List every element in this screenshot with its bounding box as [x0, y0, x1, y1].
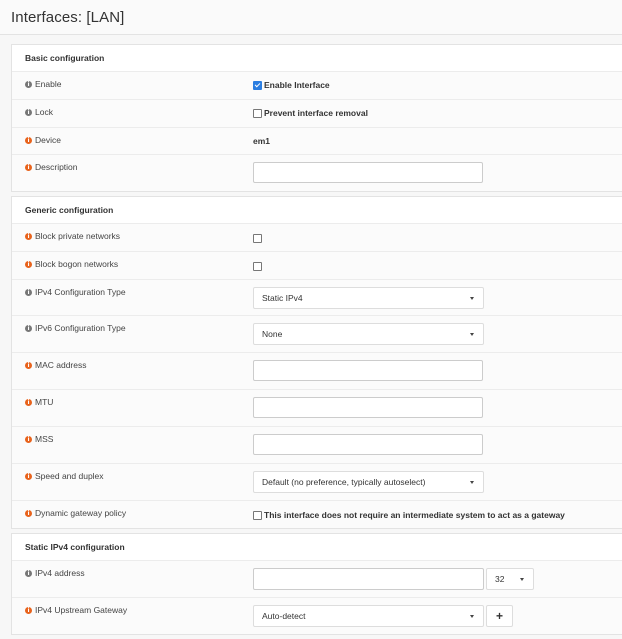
mss-label: MSS	[35, 434, 54, 444]
select-value: 32	[495, 574, 505, 584]
section-title: Static IPv4 configuration	[12, 534, 622, 561]
info-icon[interactable]: i	[25, 606, 32, 614]
info-icon[interactable]: i	[25, 80, 32, 88]
enable-label: Enable	[35, 79, 62, 89]
mac-label: MAC address	[35, 360, 87, 370]
section-title: Basic configuration	[12, 45, 622, 72]
basic-configuration-panel: Basic configuration i Enable Enable Inter…	[11, 44, 622, 192]
description-label: Description	[35, 162, 78, 172]
ipv4-type-select[interactable]: Static IPv4	[253, 287, 484, 309]
mss-input[interactable]	[253, 434, 483, 455]
block-private-row: i Block private networks	[12, 224, 622, 252]
mtu-input[interactable]	[253, 397, 483, 418]
section-title: Generic configuration	[12, 197, 622, 224]
speed-row: i Speed and duplex Default (no preference…	[12, 464, 622, 501]
ipv6-type-label: IPv6 Configuration Type	[35, 323, 126, 333]
ipv4-address-label: IPv4 address	[35, 568, 85, 578]
info-icon[interactable]: i	[25, 509, 32, 517]
ipv4-address-row: i IPv4 address 32	[12, 561, 622, 598]
info-icon[interactable]: i	[25, 435, 32, 443]
dynamic-gateway-label: Dynamic gateway policy	[35, 508, 127, 518]
info-icon[interactable]: i	[25, 232, 32, 240]
device-value: em1	[253, 136, 271, 146]
page-header: Interfaces: [LAN]	[0, 0, 622, 35]
block-private-checkbox[interactable]	[253, 234, 262, 243]
block-bogon-checkbox[interactable]	[253, 262, 262, 271]
mac-input[interactable]	[253, 360, 483, 381]
gateway-select[interactable]: Auto-detect	[253, 605, 484, 627]
dynamic-gateway-checkbox[interactable]: This interface does not require an inter…	[253, 510, 565, 520]
info-icon[interactable]: i	[25, 260, 32, 268]
device-row: i Device em1	[12, 128, 622, 155]
ipv6-type-select[interactable]: None	[253, 323, 484, 345]
mtu-label: MTU	[35, 397, 54, 407]
select-value: Auto-detect	[262, 611, 306, 621]
block-private-label: Block private networks	[35, 231, 121, 241]
caret-down-icon	[470, 333, 474, 336]
caret-down-icon	[520, 578, 524, 581]
checkbox-checked[interactable]	[253, 80, 262, 90]
info-icon[interactable]: i	[25, 324, 32, 332]
info-icon[interactable]: i	[25, 108, 32, 116]
page-title: Interfaces: [LAN]	[11, 8, 125, 26]
ipv4-gateway-row: i IPv4 Upstream Gateway Auto-detect +	[12, 598, 622, 634]
speed-label: Speed and duplex	[35, 471, 104, 481]
checkbox[interactable]	[253, 108, 262, 118]
lock-row: i Lock Prevent interface removal	[12, 100, 622, 128]
generic-configuration-panel: Generic configuration i Block private net…	[11, 196, 622, 529]
speed-select[interactable]: Default (no preference, typically autose…	[253, 471, 484, 493]
plus-icon: +	[495, 609, 503, 623]
ipv6-type-row: i IPv6 Configuration Type None	[12, 316, 622, 353]
info-icon[interactable]: i	[25, 472, 32, 480]
select-value: Static IPv4	[262, 293, 303, 303]
device-label: Device	[35, 135, 61, 145]
checkbox-label: Enable Interface	[264, 80, 330, 90]
info-icon[interactable]: i	[25, 163, 32, 171]
ipv4-gateway-label: IPv4 Upstream Gateway	[35, 605, 128, 615]
caret-down-icon	[470, 297, 474, 300]
enable-interface-checkbox[interactable]: Enable Interface	[253, 80, 330, 90]
caret-down-icon	[470, 481, 474, 484]
info-icon[interactable]: i	[25, 361, 32, 369]
select-value: Default (no preference, typically autose…	[262, 477, 426, 487]
ipv4-type-row: i IPv4 Configuration Type Static IPv4	[12, 280, 622, 316]
mtu-row: i MTU	[12, 390, 622, 427]
info-icon[interactable]: i	[25, 398, 32, 406]
block-bogon-label: Block bogon networks	[35, 259, 119, 269]
info-icon[interactable]: i	[25, 288, 32, 296]
checkbox-label: This interface does not require an inter…	[264, 510, 565, 520]
checkbox-label: Prevent interface removal	[264, 108, 368, 118]
info-icon[interactable]: i	[25, 136, 32, 144]
description-input[interactable]	[253, 162, 483, 183]
mss-row: i MSS	[12, 427, 622, 464]
enable-row: i Enable Enable Interface	[12, 72, 622, 100]
mac-row: i MAC address	[12, 353, 622, 390]
caret-down-icon	[470, 615, 474, 618]
info-icon[interactable]: i	[25, 569, 32, 577]
ipv4-address-input[interactable]	[253, 568, 484, 590]
subnet-prefix-select[interactable]: 32	[486, 568, 534, 590]
lock-label: Lock	[35, 107, 53, 117]
select-value: None	[262, 329, 283, 339]
static-ipv4-panel: Static IPv4 configuration i IPv4 address …	[11, 533, 622, 635]
ipv4-type-label: IPv4 Configuration Type	[35, 287, 126, 297]
description-row: i Description	[12, 155, 622, 191]
block-bogon-row: i Block bogon networks	[12, 252, 622, 280]
prevent-removal-checkbox[interactable]: Prevent interface removal	[253, 108, 368, 118]
checkbox[interactable]	[253, 510, 262, 520]
dynamic-gateway-row: i Dynamic gateway policy This interface d…	[12, 501, 622, 528]
add-gateway-button[interactable]: +	[486, 605, 513, 627]
